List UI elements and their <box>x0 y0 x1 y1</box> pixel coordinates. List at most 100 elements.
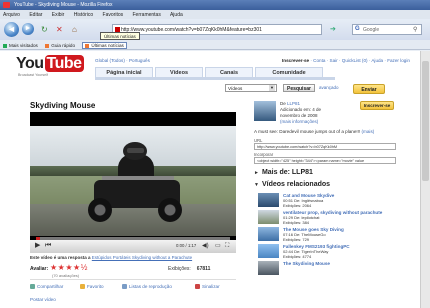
menu-historico[interactable]: Histórico <box>74 12 93 18</box>
collapse-arrow-icon: ▼ <box>254 182 259 188</box>
flag-button[interactable]: Sinalizar <box>195 284 220 290</box>
related-views: Exibições: 384 <box>283 219 310 225</box>
go-arrow-icon[interactable]: ➔ <box>330 25 336 33</box>
related-video[interactable]: The Skydiving Mouse <box>258 261 404 276</box>
video-handlebars <box>102 176 174 180</box>
video-visor <box>127 148 144 153</box>
play-icon[interactable]: ▶ <box>35 242 40 250</box>
more-info-link[interactable]: (mais informações) <box>280 119 318 124</box>
resize-icon[interactable]: ▭ <box>215 242 221 250</box>
bookmark-tooltip: Últimas notícias <box>100 32 140 40</box>
url-field[interactable]: http://www.youtube.com/watch?v=b07ZqKk0h… <box>254 143 396 150</box>
menu-exibir[interactable]: Exibir <box>52 12 65 18</box>
added-date-2: novembro de 2008 <box>280 113 318 118</box>
expand-arrow-icon: ► <box>254 170 259 176</box>
playlists-button[interactable]: Listas de reprodução <box>122 284 172 290</box>
youtube-search-button[interactable]: Pesquisar <box>283 84 315 92</box>
account-menu[interactable]: · Conta · Sair · QuickList (0) · Ajuda ·… <box>310 58 410 63</box>
search-icon[interactable]: ⚲ <box>413 26 417 33</box>
related-thumbnail[interactable] <box>258 193 279 207</box>
owner-prefix: De <box>280 101 286 106</box>
region-selector[interactable]: Global (Todos) · Português <box>95 58 150 63</box>
related-views: Exibições: 729 <box>283 236 310 242</box>
related-meta: 02:44 De: TigerInTheWay Exibições: 4774 <box>283 249 328 259</box>
playlist-icon <box>122 284 127 290</box>
menu-arquivo[interactable]: Arquivo <box>3 12 20 18</box>
related-thumbnail[interactable] <box>258 210 279 224</box>
search-category-select[interactable]: Vídeos ▼ <box>225 84 277 92</box>
chevron-down-icon: ▼ <box>269 85 275 91</box>
tab-home[interactable]: Página inicial <box>95 67 153 77</box>
rss-icon <box>85 43 90 48</box>
related-video[interactable]: Fallenkey FMS2193 fightingPC 02:44 De: T… <box>258 244 404 259</box>
related-videos-header[interactable]: ▼ Vídeos relacionados <box>254 181 330 188</box>
tab-videos[interactable]: Vídeos <box>155 67 203 77</box>
address-bar[interactable]: http://www.youtube.com/watch?v=b07ZqKk0h… <box>112 24 322 35</box>
vertical-scrollbar[interactable] <box>420 51 430 308</box>
related-title[interactable]: The Skydiving Mouse <box>283 261 330 266</box>
more-from-label: Mais de: LLP81 <box>261 169 313 176</box>
bookmark-label: Últimas notícias <box>91 43 124 48</box>
video-actions: Compartilhar Favorito Listas de reproduç… <box>30 283 240 293</box>
tab-underline <box>95 77 335 80</box>
video-title: Skydiving Mouse <box>30 101 96 110</box>
menu-ajuda[interactable]: Ajuda <box>170 12 183 18</box>
search-input[interactable]: G Google ⚲ <box>352 24 422 35</box>
description-more-link[interactable]: (mais) <box>362 129 375 134</box>
bookmark-quick-guide[interactable]: Guia rápido <box>45 43 75 48</box>
star-rating[interactable]: ★★★★½ <box>50 263 88 272</box>
bookmark-most-visited[interactable]: Mais visitados <box>3 43 38 48</box>
progress-bar[interactable] <box>36 237 230 240</box>
related-video[interactable]: Cat and Mouse Skydive 00:51 De: Inglêsna… <box>258 193 404 208</box>
menu-favoritos[interactable]: Favoritos <box>103 12 124 18</box>
scrollbar-thumb[interactable] <box>422 61 429 181</box>
advanced-search-link[interactable]: avançado <box>319 85 339 90</box>
logo-tube: Tube <box>44 55 84 72</box>
owner-avatar[interactable] <box>254 101 276 121</box>
upload-button[interactable]: Enviar <box>353 84 385 94</box>
related-video[interactable]: The Mouse goes Sky Diving 07:16 De: TheM… <box>258 227 404 242</box>
stop-icon[interactable]: ✕ <box>56 26 63 34</box>
time-display: 0:00 / 1:17 <box>176 243 197 248</box>
video-player[interactable]: ▶ ⏮ 0:00 / 1:17 ◀) ▭ ⛶ <box>30 112 236 253</box>
related-thumbnail[interactable] <box>258 227 279 241</box>
menu-editar[interactable]: Editar <box>29 12 42 18</box>
owner-link[interactable]: LLP81 <box>287 101 300 106</box>
browser-window: YouTube - Skydiving Mouse - Mozilla Fire… <box>0 0 430 308</box>
fullscreen-icon[interactable]: ⛶ <box>225 242 229 250</box>
firefox-icon <box>3 2 10 8</box>
share-button[interactable]: Compartilhar <box>30 284 63 290</box>
search-category-value: Vídeos <box>228 86 243 91</box>
views-label: Exibições: <box>168 266 191 272</box>
menu-bar: Arquivo Editar Exibir Histórico Favorito… <box>0 10 430 19</box>
subscribe-button[interactable]: Inscrever-se <box>360 101 394 110</box>
video-frame[interactable] <box>30 126 236 236</box>
response-link[interactable]: Estúpidos Portáteis Skydiving without a … <box>92 255 192 260</box>
tab-channels[interactable]: Canais <box>205 67 253 77</box>
favorite-button[interactable]: Favorito <box>80 284 104 290</box>
volume-icon[interactable]: ◀) <box>202 242 209 250</box>
menu-ferramentas[interactable]: Ferramentas <box>133 12 161 18</box>
forward-arrow-icon[interactable]: ► <box>22 23 34 35</box>
related-thumbnail[interactable] <box>258 261 279 275</box>
tab-community[interactable]: Comunidade <box>255 67 323 77</box>
search-placeholder: Google <box>363 27 380 33</box>
embed-field[interactable]: <object width="425" height="344"><param … <box>254 157 396 164</box>
related-meta: 01:29 De: lepilotchat Exibições: 384 <box>283 215 319 225</box>
more-from-header[interactable]: ► Mais de: LLP81 <box>254 169 313 176</box>
previous-icon[interactable]: ⏮ <box>45 242 51 250</box>
account-username[interactable]: Inscrever-se <box>282 58 309 63</box>
reload-icon[interactable]: ↻ <box>41 26 48 34</box>
back-arrow-icon[interactable]: ◄ <box>4 22 19 37</box>
related-video[interactable]: ventilateur prop, skydiving without para… <box>258 210 404 225</box>
bookmark-label: Mais visitados <box>9 43 38 48</box>
youtube-logo[interactable]: You Tube <box>16 55 84 73</box>
home-icon[interactable]: ⌂ <box>72 26 77 34</box>
bookmark-latest-news[interactable]: Últimas notícias <box>82 42 127 49</box>
bookmarks-toolbar: Mais visitados Guia rápido Últimas notíc… <box>0 40 430 50</box>
post-video-link[interactable]: Postar vídeo <box>30 297 56 302</box>
description-text: A must see: Daredevil mouse jumps out of… <box>254 129 361 134</box>
logo-you: You <box>16 55 44 72</box>
related-thumbnail[interactable] <box>258 244 279 258</box>
video-description: A must see: Daredevil mouse jumps out of… <box>254 129 404 134</box>
